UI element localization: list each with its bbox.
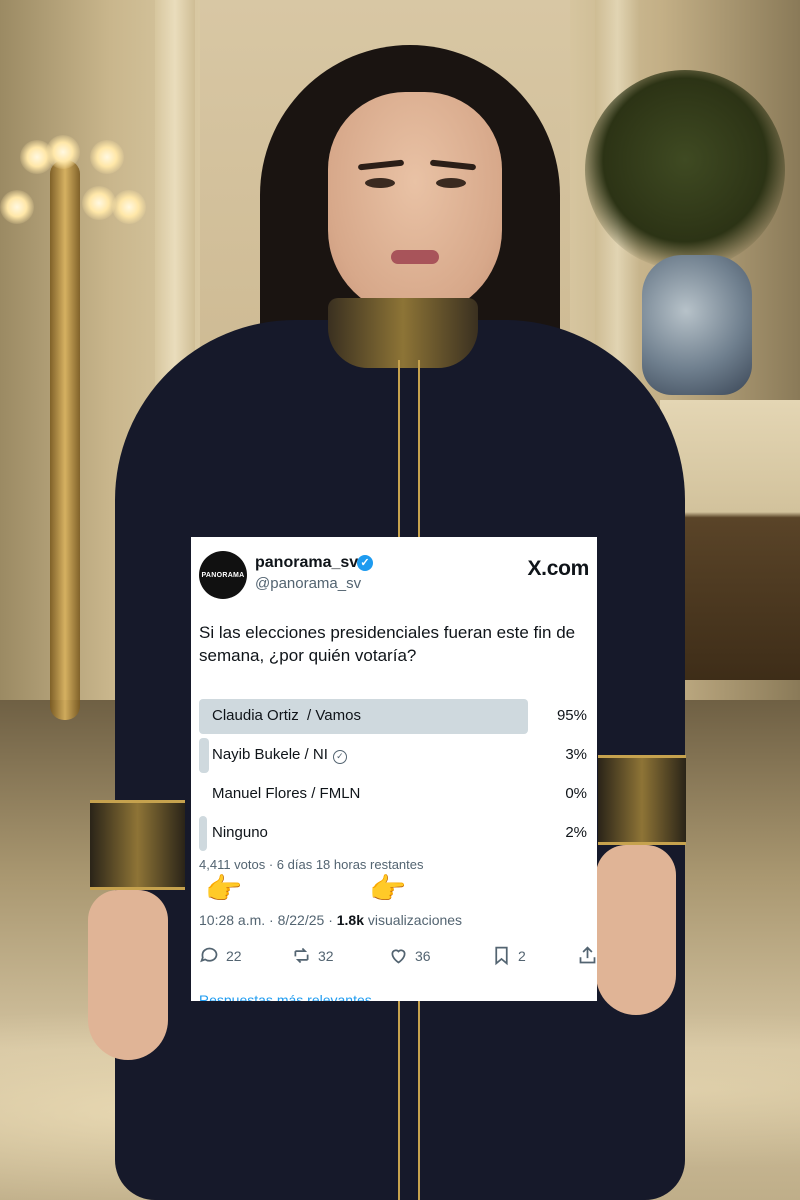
pointing-hand-icon: 👉 [369, 873, 407, 906]
person-face [328, 92, 502, 317]
poll-option-label: Manuel Flores / FMLN [212, 785, 361, 802]
gold-collar [328, 298, 478, 368]
tweet-card: PANORAMA panorama_sv ✓ @panorama_sv X.co… [191, 537, 597, 1001]
poll-option-percent: 2% [565, 824, 587, 841]
pointing-hand-icon: 👉 [205, 873, 243, 906]
vase [642, 255, 752, 395]
repost-count: 32 [318, 947, 334, 964]
views-label: visualizaciones [364, 912, 463, 928]
reply-icon [200, 947, 218, 963]
timestamp-date: 10:28 a.m. · 8/22/25 · [199, 912, 337, 928]
candle-light [112, 190, 146, 224]
right-eye [436, 178, 466, 188]
left-eye [365, 178, 395, 188]
share-icon [579, 946, 596, 964]
poll-option-label-text: Nayib Bukele / NI [212, 746, 328, 763]
candelabra [50, 160, 80, 720]
poll-option-percent: 0% [565, 785, 587, 802]
heart-icon [391, 949, 406, 964]
reply-count: 22 [226, 947, 242, 964]
poll: Claudia Ortiz / Vamos 95% Nayib Bukele /… [199, 699, 589, 855]
poll-option-label: Nayib Bukele / NI ✓ [212, 746, 347, 764]
candle-light [90, 140, 124, 174]
candle-light [0, 190, 34, 224]
like-button[interactable]: 36 [388, 945, 431, 966]
views-count: 1.8k [336, 912, 364, 928]
poll-meta: 4,411 votos · 6 días 18 horas restantes [199, 857, 424, 872]
poll-option: Ninguno 2% [199, 816, 589, 851]
avatar[interactable]: PANORAMA [199, 551, 247, 599]
candle-light [46, 135, 80, 169]
poll-option-percent: 3% [565, 746, 587, 763]
lips [391, 250, 439, 264]
like-count: 36 [415, 947, 431, 964]
poll-option-label: Claudia Ortiz / Vamos [212, 707, 361, 724]
left-hand [88, 890, 168, 1060]
poll-bar [199, 816, 207, 851]
right-hand [596, 845, 676, 1015]
display-name[interactable]: panorama_sv [255, 554, 358, 572]
tweet-text: Si las elecciones presidenciales fueran … [199, 623, 576, 665]
poll-option: Manuel Flores / FMLN 0% [199, 777, 589, 812]
verified-badge-icon: ✓ [357, 555, 373, 571]
check-circle-icon: ✓ [332, 750, 347, 764]
candle-light [82, 186, 116, 220]
x-logo: X.com [527, 557, 589, 580]
timestamp[interactable]: 10:28 a.m. · 8/22/25 · 1.8k visualizacio… [199, 912, 462, 928]
avatar-logo-text: PANORAMA [201, 571, 245, 579]
bookmark-count: 2 [518, 947, 526, 964]
poll-option-label: Ninguno [212, 824, 268, 841]
reply-button[interactable]: 22 [199, 945, 242, 966]
repost-icon [294, 947, 309, 964]
poll-option: Nayib Bukele / NI ✓ 3% [199, 738, 589, 773]
poll-bar [199, 738, 209, 773]
poll-option-percent: 95% [556, 707, 587, 724]
left-cuff [90, 800, 185, 890]
poll-option: Claudia Ortiz / Vamos 95% [199, 699, 589, 734]
potted-plant [585, 70, 785, 270]
bookmark-icon [495, 946, 508, 966]
user-handle[interactable]: @panorama_sv [255, 575, 361, 592]
share-button[interactable] [577, 945, 597, 966]
action-bar: 22 32 36 2 [199, 945, 597, 969]
relevant-replies-link[interactable]: Respuestas más relevantes ⌄ [199, 992, 387, 1001]
right-cuff [598, 755, 686, 845]
bookmark-button[interactable]: 2 [491, 945, 526, 966]
repost-button[interactable]: 32 [291, 945, 334, 966]
